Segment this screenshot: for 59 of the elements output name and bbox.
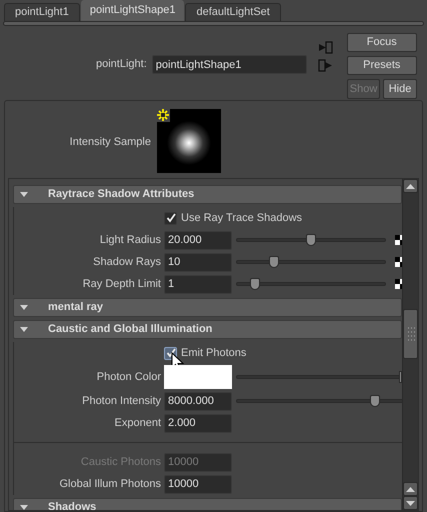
slider-thumb[interactable] [399,371,402,383]
tab[interactable]: defaultLightSet [185,3,281,21]
checkbox-label: Use Ray Trace Shadows [181,210,302,226]
attribute-label: Photon Intensity [81,394,162,409]
value-field[interactable]: 10 [164,252,232,272]
value-field[interactable]: 1 [164,274,232,294]
map-button-icon[interactable] [395,257,402,267]
attribute-label: Photon Color [96,370,162,385]
intensity-sample-label: Intensity Sample [68,135,151,150]
scroll-up-button[interactable] [403,482,418,496]
slider-thumb[interactable] [250,278,260,290]
section-header[interactable]: Shadows [13,498,402,510]
scroll-down-button[interactable] [403,496,418,510]
checkbox-label: Emit Photons [181,346,246,361]
section-header[interactable]: mental ray [13,298,402,317]
attribute-label: Light Radius [98,232,162,248]
button[interactable]: Presets [346,56,417,75]
color-swatch[interactable] [164,365,232,389]
expand-triangle-icon[interactable] [19,503,29,510]
node-label: pointLight: [96,57,147,72]
scrollbar[interactable] [402,179,418,510]
map-button-icon[interactable] [395,279,402,289]
expand-triangle-icon[interactable] [19,325,29,334]
up-arrow-icon [406,184,415,188]
grip-icon [406,327,414,341]
button[interactable]: Hide [383,79,417,99]
down-arrow-icon [406,500,415,506]
checkbox[interactable] [164,212,177,224]
light-spark-icon [156,108,170,122]
section-title: mental ray [48,300,104,316]
attribute-label: Shadow Rays [92,254,162,270]
scroll-up-button[interactable] [403,179,418,193]
expand-triangle-icon[interactable] [19,303,29,312]
value-field[interactable]: 20.000 [164,230,232,250]
attribute-label: Exponent [114,416,162,431]
value-field[interactable]: 10000 [164,474,232,494]
section-title: Shadows [48,500,96,510]
value-field[interactable]: 2.000 [164,414,232,432]
section-header[interactable]: Caustic and Global Illumination [13,320,402,339]
input-connection-icon[interactable] [318,41,334,54]
attribute-label: Ray Depth Limit [82,276,162,292]
scroll-thumb[interactable] [403,309,418,359]
slider-thumb[interactable] [370,395,380,407]
slider-thumb[interactable] [269,256,279,268]
section-header[interactable]: Raytrace Shadow Attributes [13,185,402,204]
node-name-field[interactable]: pointLightShape1 [152,55,307,74]
map-button-icon[interactable] [395,235,402,245]
expand-triangle-icon[interactable] [19,190,29,199]
attribute-label: Global Illum Photons [58,476,162,492]
tab[interactable]: pointLight1 [4,3,80,21]
tab[interactable]: pointLightShape1 [80,0,184,21]
section-title: Caustic and Global Illumination [48,322,212,338]
up-arrow-icon [406,486,415,492]
button[interactable]: Focus [346,33,417,52]
slider-thumb[interactable] [306,234,316,246]
section-title: Raytrace Shadow Attributes [48,187,194,202]
checkmark-icon [166,348,176,358]
value-field[interactable]: 8000.000 [164,392,232,410]
checkmark-icon [166,213,176,223]
